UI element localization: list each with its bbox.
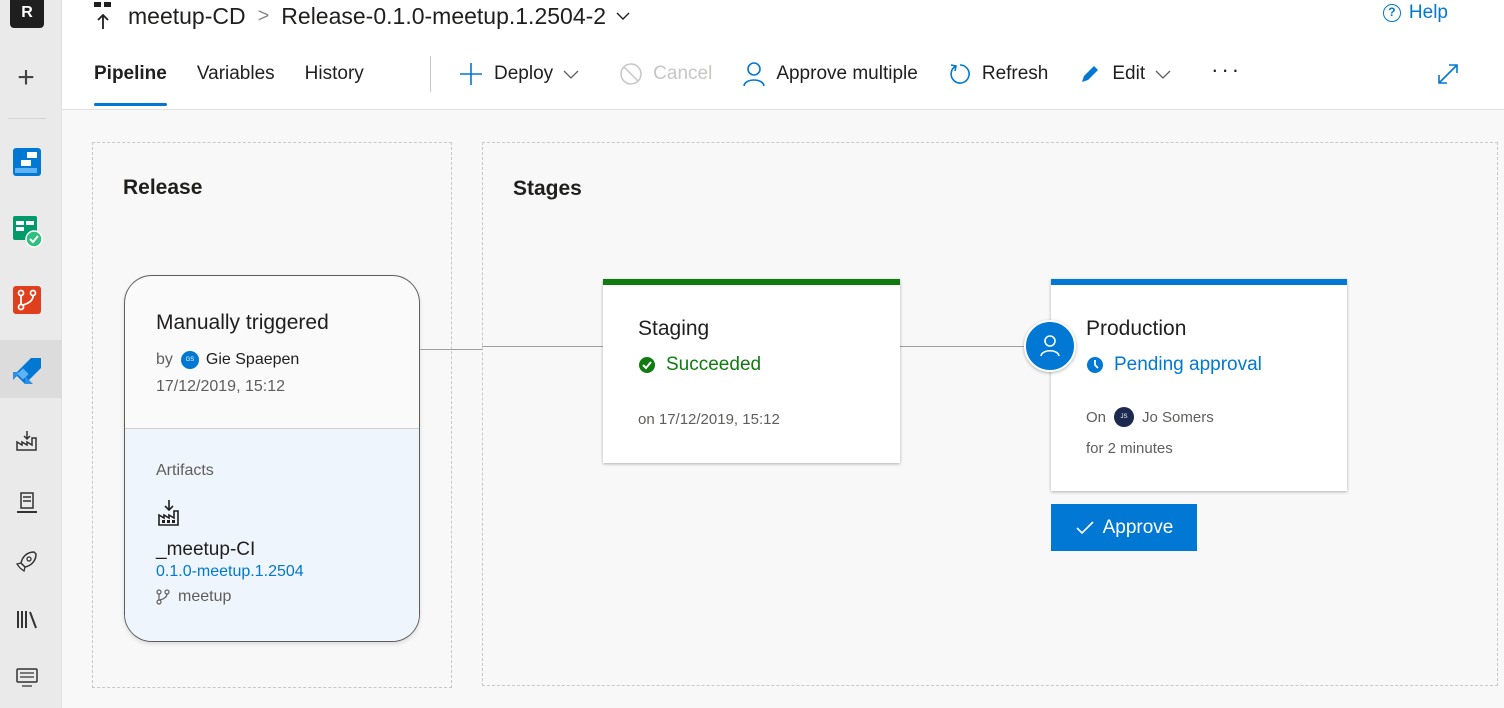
toolbar: Deploy Cancel Approve multiple Refresh E… (458, 57, 1242, 88)
library-icon[interactable] (14, 606, 40, 632)
artifact-branch: meetup (156, 588, 231, 606)
connector-line (482, 346, 603, 347)
artifacts-label: Artifacts (156, 462, 214, 479)
page-header: meetup-CD > Release-0.1.0-meetup.1.2504-… (62, 0, 1504, 110)
toolbar-divider (430, 56, 431, 92)
release-pipeline-icon (94, 2, 111, 29)
artifacts-icon[interactable] (14, 428, 40, 454)
stage-card-production[interactable]: Production Pending approval On JS Jo Som… (1051, 279, 1347, 491)
test-plans-icon[interactable] (9, 212, 45, 248)
approve-button[interactable]: Approve (1051, 504, 1197, 551)
stages-panel-title: Stages (513, 177, 582, 200)
tab-bar: Pipeline Variables History (94, 60, 394, 106)
artifact-version-link[interactable]: 0.1.0-meetup.1.2504 (156, 563, 304, 581)
cancel-icon (620, 63, 642, 85)
help-icon: ? (1382, 4, 1401, 22)
plus-icon (460, 63, 482, 85)
release-panel-title: Release (123, 176, 203, 199)
breadcrumb-release[interactable]: Release-0.1.0-meetup.1.2504-2 (281, 3, 606, 30)
approve-label: Approve (1102, 516, 1174, 538)
boards-icon[interactable] (9, 144, 45, 180)
stage-card-staging[interactable]: Staging Succeeded on 17/12/2019, 15:12 (603, 279, 900, 463)
checkmark-icon (1076, 520, 1094, 534)
tab-pipeline[interactable]: Pipeline (94, 60, 167, 106)
avatar: JS (1114, 407, 1135, 427)
stage-status: Succeeded (638, 354, 761, 376)
artifacts-section: Artifacts _meetup-CI 0.1.0-meetup.1.2504… (125, 429, 419, 641)
release-card[interactable]: Manually triggered by GS Gie Spaepen 17/… (124, 275, 420, 642)
branch-icon (156, 589, 170, 605)
by-prefix: by (156, 351, 173, 368)
triggered-by: by GS Gie Spaepen (156, 351, 299, 369)
avatar: GS (180, 351, 199, 369)
new-icon[interactable]: + (12, 63, 40, 93)
releases-icon[interactable] (14, 548, 40, 574)
rail-divider (8, 118, 46, 119)
approve-multiple-button[interactable]: Approve multiple (742, 61, 918, 87)
clock-icon (1087, 357, 1103, 373)
nav-rail: R + (0, 0, 62, 708)
refresh-label: Refresh (981, 63, 1049, 84)
approver-info: On JS Jo Somers (1086, 407, 1214, 427)
check-circle-icon (639, 357, 655, 373)
pipelines-icon[interactable] (9, 352, 45, 388)
stage-date: on 17/12/2019, 15:12 (638, 411, 780, 428)
refresh-button[interactable]: Refresh (948, 62, 1049, 86)
approve-multiple-label: Approve multiple (776, 63, 918, 84)
status-label: Succeeded (666, 354, 762, 375)
pencil-icon (1082, 66, 1099, 82)
breadcrumb-separator: > (257, 4, 270, 27)
repos-icon[interactable] (9, 282, 45, 318)
connector-line (900, 346, 1026, 347)
deploy-label: Deploy (494, 63, 554, 84)
builds-icon[interactable] (14, 490, 40, 516)
cancel-button[interactable]: Cancel (619, 62, 712, 86)
cancel-label: Cancel (653, 63, 713, 84)
refresh-icon (950, 64, 970, 84)
stage-status-bar (603, 279, 900, 285)
deploy-button[interactable]: Deploy (458, 61, 589, 87)
person-icon (743, 62, 766, 87)
user-name: Gie Spaepen (205, 351, 300, 368)
help-link[interactable]: ? Help (1382, 2, 1448, 24)
stage-name: Production (1086, 317, 1187, 340)
help-label: Help (1408, 2, 1448, 23)
org-logo[interactable]: R (10, 0, 44, 28)
build-artifact-icon (158, 500, 179, 526)
release-trigger-section: Manually triggered by GS Gie Spaepen 17/… (125, 276, 419, 429)
stage-status: Pending approval (1086, 354, 1262, 376)
trigger-label: Manually triggered (156, 311, 329, 334)
pending-duration: for 2 minutes (1086, 440, 1173, 457)
branch-name: meetup (178, 588, 232, 605)
connector-line (420, 349, 482, 350)
edit-button[interactable]: Edit (1078, 62, 1181, 86)
on-prefix: On (1086, 408, 1107, 426)
more-options-button[interactable]: ··· (1211, 57, 1242, 83)
chevron-down-icon[interactable] (616, 9, 630, 23)
breadcrumb: meetup-CD > Release-0.1.0-meetup.1.2504-… (92, 0, 630, 32)
tab-variables[interactable]: Variables (197, 60, 275, 106)
person-icon (1040, 335, 1060, 357)
approver-name: Jo Somers (1142, 408, 1214, 426)
pre-deployment-approval-icon[interactable] (1024, 320, 1076, 372)
edit-label: Edit (1112, 63, 1146, 84)
artifact-name: _meetup-CI (156, 539, 256, 560)
breadcrumb-pipeline[interactable]: meetup-CD (128, 3, 246, 30)
status-label: Pending approval (1114, 354, 1262, 375)
chevron-down-icon (1155, 70, 1171, 79)
stage-name: Staging (638, 317, 710, 340)
chevron-down-icon (563, 70, 579, 79)
tab-history[interactable]: History (305, 60, 364, 106)
expand-icon[interactable] (1436, 62, 1460, 86)
stage-status-bar (1051, 279, 1347, 285)
deployment-groups-icon[interactable] (14, 664, 40, 690)
release-date: 17/12/2019, 15:12 (156, 378, 286, 395)
